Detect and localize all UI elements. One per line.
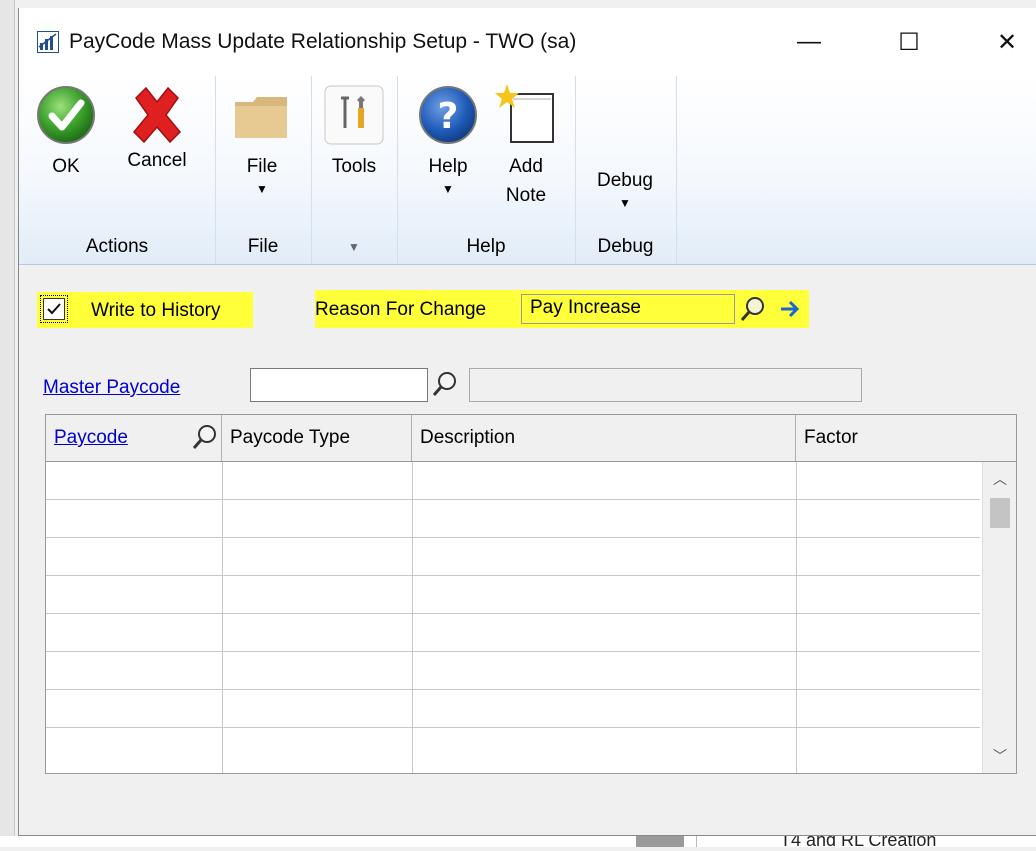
add-note-label-line2: Note [505, 185, 547, 206]
paycode-grid: Paycode Paycode Type Description Factor [45, 414, 1017, 774]
table-row[interactable] [46, 462, 980, 500]
column-divider [412, 462, 413, 773]
actions-group: OK Cancel Actions [19, 76, 216, 264]
tools-group: Tools ▼ [311, 76, 398, 264]
add-note-button[interactable]: Add Note [493, 84, 559, 210]
debug-label: Debug [597, 170, 653, 191]
write-to-history-checkbox[interactable]: Write to History [37, 292, 253, 328]
table-row[interactable] [46, 690, 980, 728]
master-paycode-input[interactable] [250, 368, 428, 402]
grid-scrollbar[interactable]: ︿ ﹀ [982, 462, 1016, 773]
note-icon [495, 84, 554, 143]
help-label: Help [428, 156, 468, 177]
ribbon: OK Cancel Actions File ▼ File Tools ▼ ? … [19, 76, 1036, 265]
scroll-down-icon[interactable]: ﹀ [983, 741, 1017, 771]
master-paycode-description [469, 368, 862, 402]
add-note-label-line1: Add [509, 156, 543, 177]
column-divider [796, 462, 797, 773]
tools-label: Tools [331, 156, 377, 177]
cancel-button[interactable]: Cancel [117, 84, 197, 175]
col-header-factor: Factor [804, 427, 858, 448]
write-to-history-label: Write to History [91, 300, 221, 321]
help-dropdown-icon: ▼ [442, 182, 454, 196]
folder-icon [235, 97, 287, 138]
file-group: File ▼ File [215, 76, 312, 264]
help-menu-button[interactable]: ? Help ▼ [417, 84, 479, 195]
actions-group-label: Actions [85, 236, 149, 257]
ok-label: OK [52, 156, 80, 177]
title-bar[interactable]: PayCode Mass Update Relationship Setup -… [19, 8, 1036, 76]
debug-dropdown-icon: ▼ [619, 196, 631, 210]
table-row[interactable] [46, 500, 980, 538]
form-area: Write to History Reason For Change Pay I… [19, 264, 1036, 836]
arrow-right-icon[interactable] [777, 296, 803, 322]
ribbon-empty-area [676, 76, 1036, 264]
app-icon [37, 31, 59, 53]
tools-menu-button[interactable]: Tools [323, 84, 385, 181]
table-row[interactable] [46, 652, 980, 690]
table-row[interactable] [46, 538, 980, 576]
background-divider [696, 836, 697, 847]
reason-for-change-label: Reason For Change [315, 299, 487, 320]
debug-group-label: Debug [597, 236, 654, 257]
paycode-lookup-icon[interactable] [191, 423, 219, 451]
cancel-x-icon [132, 86, 182, 144]
scroll-up-icon[interactable]: ︿ [983, 464, 1017, 494]
background-block [636, 836, 684, 847]
table-row[interactable] [46, 614, 980, 652]
scroll-thumb[interactable] [990, 498, 1010, 528]
help-question-icon: ? [419, 86, 477, 144]
ok-check-icon [37, 86, 95, 144]
file-dropdown-icon: ▼ [256, 182, 268, 196]
grid-header: Paycode Paycode Type Description Factor [46, 415, 1016, 462]
background-window-edge [0, 0, 15, 847]
paycode-column-link[interactable]: Paycode [54, 427, 128, 448]
checkmark-icon [47, 303, 61, 315]
table-row[interactable] [46, 728, 980, 766]
col-header-description: Description [412, 415, 796, 461]
help-group: ? Help ▼ Add Note Help [397, 76, 576, 264]
tools-icon [324, 85, 384, 145]
reason-for-change-field: Reason For Change Pay Increase [315, 290, 809, 328]
col-header-paycode-type: Paycode Type [222, 415, 412, 461]
master-paycode-link[interactable]: Master Paycode [43, 377, 180, 399]
master-paycode-lookup-icon[interactable] [431, 370, 459, 398]
window-title: PayCode Mass Update Relationship Setup -… [69, 30, 577, 53]
file-label: File [246, 156, 278, 177]
checkbox-box[interactable] [40, 295, 68, 323]
tools-dropdown-icon: ▼ [348, 240, 360, 254]
grid-body [46, 462, 980, 773]
debug-menu-button[interactable]: Debug ▼ [589, 166, 661, 209]
cancel-label: Cancel [127, 150, 187, 171]
minimize-button[interactable]: — [779, 18, 839, 66]
help-group-label: Help [466, 236, 506, 257]
file-menu-button[interactable]: File ▼ [231, 84, 293, 195]
reason-for-change-input[interactable]: Pay Increase [521, 294, 735, 324]
ok-button[interactable]: OK [35, 84, 97, 181]
file-group-label: File [247, 236, 279, 257]
column-divider [222, 462, 223, 773]
table-row[interactable] [46, 576, 980, 614]
lookup-magnifier-icon[interactable] [739, 295, 767, 323]
paycode-mass-update-window: PayCode Mass Update Relationship Setup -… [18, 8, 1036, 836]
debug-group: Debug ▼ Debug [575, 76, 677, 264]
svg-text:?: ? [438, 96, 459, 137]
maximize-button[interactable]: ☐ [879, 18, 939, 66]
close-button[interactable]: ✕ [977, 18, 1036, 66]
